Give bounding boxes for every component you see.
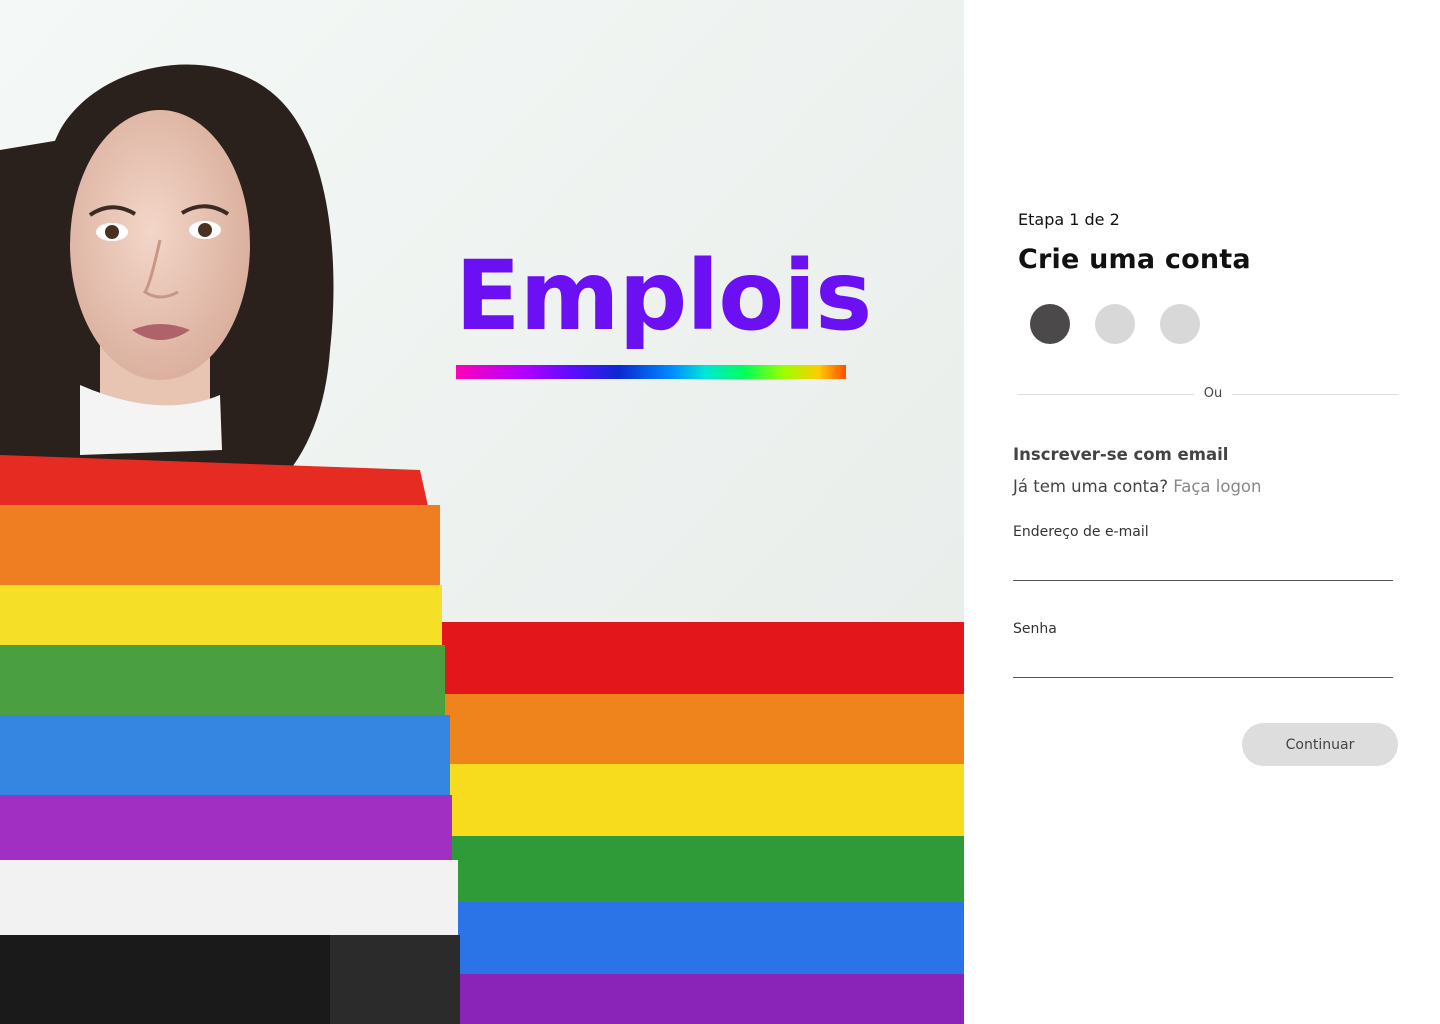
step-dot-2 (1095, 304, 1135, 344)
divider-line-right (1232, 394, 1398, 395)
divider-line-left (1018, 394, 1194, 395)
email-signup-heading: Inscrever-se com email (1013, 445, 1229, 464)
step-indicator-text: Etapa 1 de 2 (1018, 210, 1120, 229)
brand-logo: Emplois (455, 232, 872, 379)
signup-form-panel: Etapa 1 de 2 Crie uma conta Ou Inscrever… (964, 0, 1440, 1024)
have-account-row: Já tem uma conta? Faça logon (1013, 477, 1262, 496)
login-link[interactable]: Faça logon (1173, 477, 1261, 496)
rainbow-shirt (0, 455, 460, 1024)
brand-rainbow-underline (456, 365, 846, 379)
step-dot-1 (1030, 304, 1070, 344)
brand-name: Emplois (455, 240, 872, 352)
password-label: Senha (1013, 621, 1057, 637)
email-field[interactable] (1013, 550, 1393, 581)
hero-panel: Emplois (0, 0, 964, 1024)
step-dot-3 (1160, 304, 1200, 344)
continue-button[interactable]: Continuar (1242, 723, 1398, 766)
hero-photo (0, 0, 964, 1024)
divider-text: Ou (1203, 386, 1223, 401)
or-divider: Ou (1018, 385, 1398, 405)
password-field[interactable] (1013, 647, 1393, 678)
wall-rainbow-stripes (440, 622, 964, 1024)
have-account-text: Já tem uma conta? (1013, 477, 1169, 496)
signup-page: Emplois Etapa 1 de 2 Crie uma conta Ou I… (0, 0, 1440, 1024)
email-label: Endereço de e-mail (1013, 524, 1149, 540)
page-title: Crie uma conta (1018, 244, 1251, 275)
